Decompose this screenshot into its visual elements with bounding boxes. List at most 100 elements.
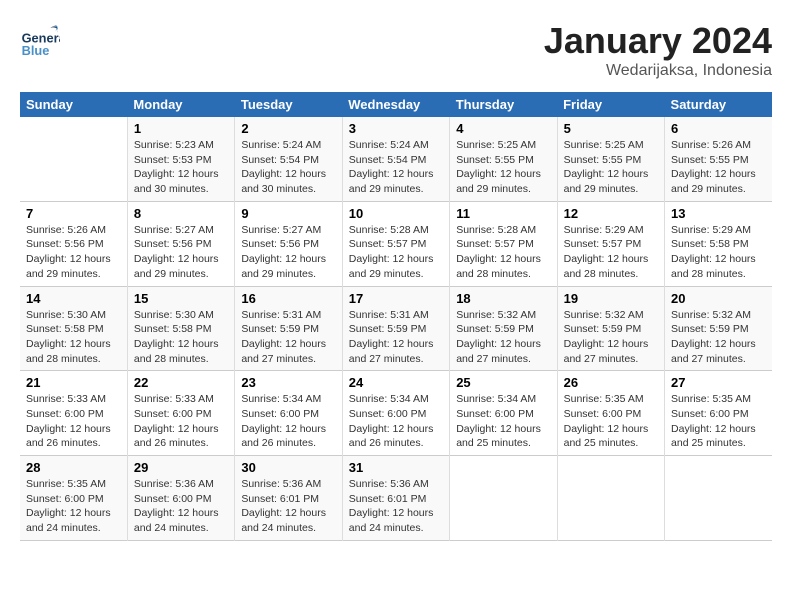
calendar-cell: 10 Sunrise: 5:28 AM Sunset: 5:57 PM Dayli…: [342, 201, 449, 286]
day-info: Sunrise: 5:27 AM Sunset: 5:56 PM Dayligh…: [241, 223, 335, 282]
day-number: 16: [241, 291, 335, 306]
calendar-week-0: 1 Sunrise: 5:23 AM Sunset: 5:53 PM Daylig…: [20, 117, 772, 201]
day-info: Sunrise: 5:31 AM Sunset: 5:59 PM Dayligh…: [241, 308, 335, 367]
calendar-cell: 28 Sunrise: 5:35 AM Sunset: 6:00 PM Dayli…: [20, 456, 127, 541]
col-friday: Friday: [557, 92, 664, 117]
calendar-table: Sunday Monday Tuesday Wednesday Thursday…: [20, 92, 772, 541]
calendar-week-2: 14 Sunrise: 5:30 AM Sunset: 5:58 PM Dayli…: [20, 286, 772, 371]
calendar-cell: 12 Sunrise: 5:29 AM Sunset: 5:57 PM Dayli…: [557, 201, 664, 286]
calendar-cell: 15 Sunrise: 5:30 AM Sunset: 5:58 PM Dayli…: [127, 286, 234, 371]
day-info: Sunrise: 5:33 AM Sunset: 6:00 PM Dayligh…: [134, 392, 228, 451]
day-number: 31: [349, 460, 443, 475]
calendar-cell: [20, 117, 127, 201]
month-title: January 2024: [544, 20, 772, 62]
day-number: 20: [671, 291, 766, 306]
col-saturday: Saturday: [665, 92, 772, 117]
calendar-week-4: 28 Sunrise: 5:35 AM Sunset: 6:00 PM Dayli…: [20, 456, 772, 541]
calendar-cell: 3 Sunrise: 5:24 AM Sunset: 5:54 PM Daylig…: [342, 117, 449, 201]
calendar-cell: 11 Sunrise: 5:28 AM Sunset: 5:57 PM Dayli…: [450, 201, 557, 286]
header: General Blue January 2024 Wedarijaksa, I…: [20, 20, 772, 80]
day-info: Sunrise: 5:32 AM Sunset: 5:59 PM Dayligh…: [456, 308, 550, 367]
day-number: 7: [26, 206, 121, 221]
day-number: 18: [456, 291, 550, 306]
col-thursday: Thursday: [450, 92, 557, 117]
day-info: Sunrise: 5:29 AM Sunset: 5:57 PM Dayligh…: [564, 223, 658, 282]
day-number: 19: [564, 291, 658, 306]
calendar-cell: 21Sunrise: 5:33 AM Sunset: 6:00 PM Dayli…: [20, 371, 127, 456]
calendar-cell: 2 Sunrise: 5:24 AM Sunset: 5:54 PM Daylig…: [235, 117, 342, 201]
day-info: Sunrise: 5:35 AM Sunset: 6:00 PM Dayligh…: [26, 477, 121, 536]
day-number: 23: [241, 375, 335, 390]
calendar-cell: [450, 456, 557, 541]
calendar-cell: 25Sunrise: 5:34 AM Sunset: 6:00 PM Dayli…: [450, 371, 557, 456]
day-number: 14: [26, 291, 121, 306]
col-monday: Monday: [127, 92, 234, 117]
day-number: 22: [134, 375, 228, 390]
day-number: 10: [349, 206, 443, 221]
day-info: Sunrise: 5:36 AM Sunset: 6:00 PM Dayligh…: [134, 477, 228, 536]
calendar-cell: 29 Sunrise: 5:36 AM Sunset: 6:00 PM Dayli…: [127, 456, 234, 541]
day-number: 25: [456, 375, 550, 390]
calendar-cell: 16 Sunrise: 5:31 AM Sunset: 5:59 PM Dayli…: [235, 286, 342, 371]
day-number: 17: [349, 291, 443, 306]
day-number: 1: [134, 121, 228, 136]
day-info: Sunrise: 5:35 AM Sunset: 6:00 PM Dayligh…: [671, 392, 766, 451]
day-number: 26: [564, 375, 658, 390]
calendar-cell: [665, 456, 772, 541]
day-info: Sunrise: 5:23 AM Sunset: 5:53 PM Dayligh…: [134, 138, 228, 197]
calendar-cell: 13 Sunrise: 5:29 AM Sunset: 5:58 PM Dayli…: [665, 201, 772, 286]
calendar-cell: 8 Sunrise: 5:27 AM Sunset: 5:56 PM Daylig…: [127, 201, 234, 286]
day-number: 8: [134, 206, 228, 221]
page: General Blue January 2024 Wedarijaksa, I…: [0, 0, 792, 612]
calendar-cell: 9Sunrise: 5:27 AM Sunset: 5:56 PM Daylig…: [235, 201, 342, 286]
day-info: Sunrise: 5:31 AM Sunset: 5:59 PM Dayligh…: [349, 308, 443, 367]
calendar-cell: 4 Sunrise: 5:25 AM Sunset: 5:55 PM Daylig…: [450, 117, 557, 201]
calendar-cell: 7 Sunrise: 5:26 AM Sunset: 5:56 PM Daylig…: [20, 201, 127, 286]
day-number: 11: [456, 206, 550, 221]
day-info: Sunrise: 5:32 AM Sunset: 5:59 PM Dayligh…: [671, 308, 766, 367]
calendar-cell: 30 Sunrise: 5:36 AM Sunset: 6:01 PM Dayli…: [235, 456, 342, 541]
day-info: Sunrise: 5:36 AM Sunset: 6:01 PM Dayligh…: [241, 477, 335, 536]
day-number: 4: [456, 121, 550, 136]
day-info: Sunrise: 5:29 AM Sunset: 5:58 PM Dayligh…: [671, 223, 766, 282]
day-info: Sunrise: 5:30 AM Sunset: 5:58 PM Dayligh…: [134, 308, 228, 367]
logo-icon: General Blue: [20, 20, 60, 60]
logo: General Blue: [20, 20, 60, 60]
day-info: Sunrise: 5:25 AM Sunset: 5:55 PM Dayligh…: [564, 138, 658, 197]
day-number: 12: [564, 206, 658, 221]
day-info: Sunrise: 5:24 AM Sunset: 5:54 PM Dayligh…: [241, 138, 335, 197]
day-info: Sunrise: 5:28 AM Sunset: 5:57 PM Dayligh…: [456, 223, 550, 282]
day-info: Sunrise: 5:26 AM Sunset: 5:56 PM Dayligh…: [26, 223, 121, 282]
calendar-cell: 17 Sunrise: 5:31 AM Sunset: 5:59 PM Dayli…: [342, 286, 449, 371]
svg-text:Blue: Blue: [22, 43, 50, 58]
calendar-cell: 24 Sunrise: 5:34 AM Sunset: 6:00 PM Dayli…: [342, 371, 449, 456]
day-number: 28: [26, 460, 121, 475]
calendar-cell: 19Sunrise: 5:32 AM Sunset: 5:59 PM Dayli…: [557, 286, 664, 371]
day-info: Sunrise: 5:25 AM Sunset: 5:55 PM Dayligh…: [456, 138, 550, 197]
calendar-cell: 14 Sunrise: 5:30 AM Sunset: 5:58 PM Dayli…: [20, 286, 127, 371]
calendar-cell: 31 Sunrise: 5:36 AM Sunset: 6:01 PM Dayli…: [342, 456, 449, 541]
day-info: Sunrise: 5:30 AM Sunset: 5:58 PM Dayligh…: [26, 308, 121, 367]
day-number: 29: [134, 460, 228, 475]
day-info: Sunrise: 5:34 AM Sunset: 6:00 PM Dayligh…: [241, 392, 335, 451]
calendar-cell: [557, 456, 664, 541]
calendar-cell: 20 Sunrise: 5:32 AM Sunset: 5:59 PM Dayli…: [665, 286, 772, 371]
calendar-cell: 26 Sunrise: 5:35 AM Sunset: 6:00 PM Dayli…: [557, 371, 664, 456]
day-number: 5: [564, 121, 658, 136]
calendar-cell: 23 Sunrise: 5:34 AM Sunset: 6:00 PM Dayli…: [235, 371, 342, 456]
header-row: Sunday Monday Tuesday Wednesday Thursday…: [20, 92, 772, 117]
day-number: 24: [349, 375, 443, 390]
day-number: 13: [671, 206, 766, 221]
col-tuesday: Tuesday: [235, 92, 342, 117]
day-number: 15: [134, 291, 228, 306]
day-info: Sunrise: 5:27 AM Sunset: 5:56 PM Dayligh…: [134, 223, 228, 282]
day-number: 30: [241, 460, 335, 475]
day-number: 3: [349, 121, 443, 136]
day-info: Sunrise: 5:28 AM Sunset: 5:57 PM Dayligh…: [349, 223, 443, 282]
day-number: 2: [241, 121, 335, 136]
day-info: Sunrise: 5:35 AM Sunset: 6:00 PM Dayligh…: [564, 392, 658, 451]
calendar-cell: 5 Sunrise: 5:25 AM Sunset: 5:55 PM Daylig…: [557, 117, 664, 201]
day-info: Sunrise: 5:36 AM Sunset: 6:01 PM Dayligh…: [349, 477, 443, 536]
day-info: Sunrise: 5:24 AM Sunset: 5:54 PM Dayligh…: [349, 138, 443, 197]
day-info: Sunrise: 5:34 AM Sunset: 6:00 PM Dayligh…: [349, 392, 443, 451]
